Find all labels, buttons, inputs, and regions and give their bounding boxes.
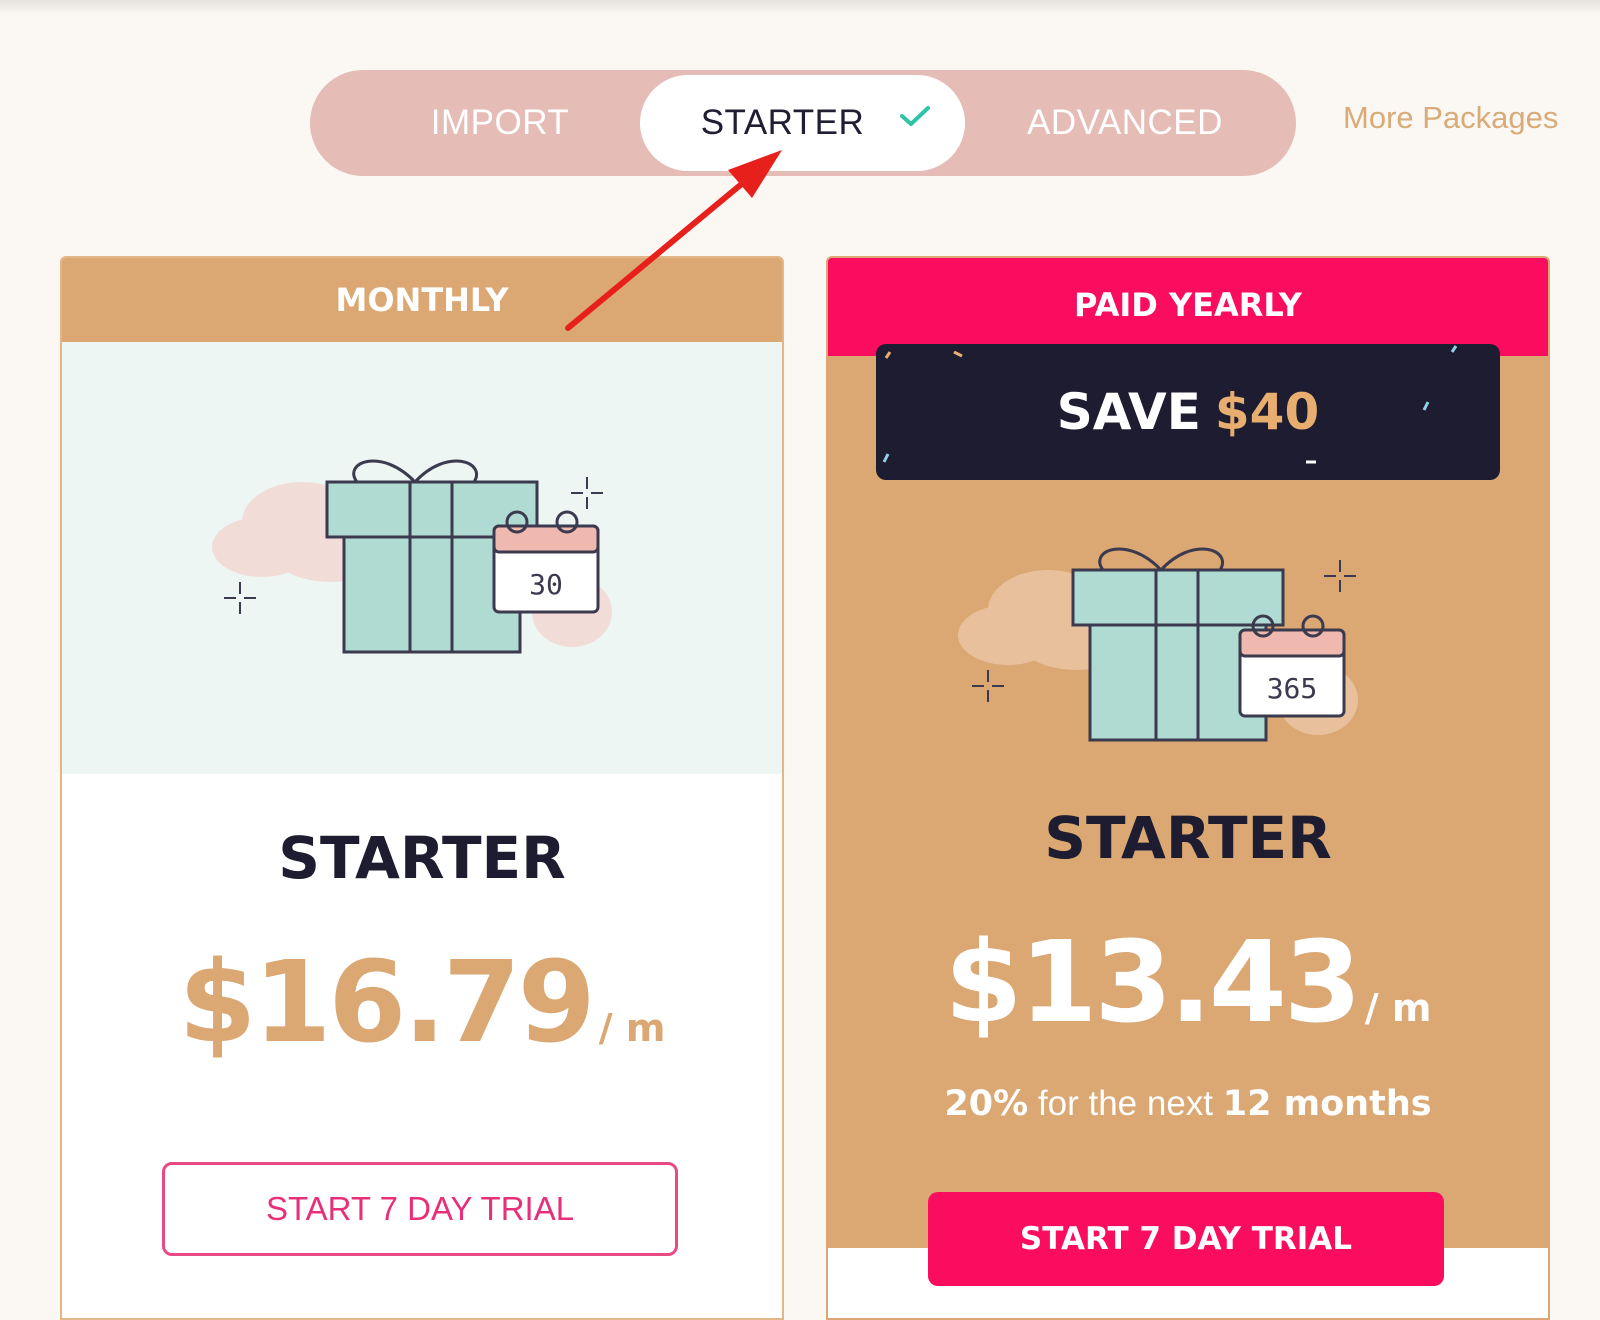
yearly-header: PAID YEARLY [828, 258, 1548, 356]
top-shadow [0, 0, 1600, 14]
yearly-price-amount: $13.43 [944, 918, 1362, 1048]
monthly-price: $16.79/ m [62, 938, 782, 1068]
discount-middle: for the next [1037, 1084, 1214, 1123]
more-packages-link[interactable]: More Packages [1343, 100, 1558, 136]
yearly-plan-card: PAID YEARLY SAVE $40 365 STARTER $13.43 … [826, 256, 1550, 1320]
discount-note: 20% for the next 12 months [828, 1084, 1548, 1124]
yearly-price-period: / m [1364, 986, 1432, 1030]
package-switcher: IMPORT STARTER ADVANCED [310, 70, 1296, 176]
monthly-plan-card: MONTHLY 30 STARTER $16.79 / m START 7 DA… [60, 256, 784, 1320]
tab-starter[interactable]: STARTER [640, 75, 965, 171]
confetti-icon [882, 345, 1458, 464]
discount-duration: 12 months [1222, 1084, 1432, 1124]
calendar-number: 365 [1267, 672, 1318, 705]
monthly-start-trial-button[interactable]: START 7 DAY TRIAL [162, 1162, 678, 1256]
tab-import[interactable]: IMPORT [350, 70, 650, 176]
gift-icon: 365 [958, 547, 1358, 742]
tab-advanced[interactable]: ADVANCED [975, 70, 1275, 176]
monthly-price-period: / m [598, 1006, 666, 1050]
calendar-icon: 365 [1238, 614, 1346, 718]
monthly-price-amount: $16.79 [178, 938, 596, 1068]
gift-icon: 30 [212, 459, 612, 654]
check-icon [900, 106, 930, 126]
calendar-number: 30 [529, 568, 563, 601]
yearly-plan-title: STARTER [1044, 804, 1332, 872]
monthly-header: MONTHLY [62, 258, 782, 342]
tab-starter-label: STARTER [700, 103, 865, 142]
monthly-plan-title: STARTER [278, 824, 566, 892]
yearly-start-trial-button[interactable]: START 7 DAY TRIAL [928, 1192, 1444, 1286]
discount-percent: 20% [944, 1084, 1029, 1124]
yearly-price: $13.43/ m [828, 918, 1548, 1048]
save-banner: SAVE $40 [876, 344, 1500, 480]
monthly-illustration: 30 [62, 342, 782, 774]
calendar-icon: 30 [492, 510, 600, 614]
